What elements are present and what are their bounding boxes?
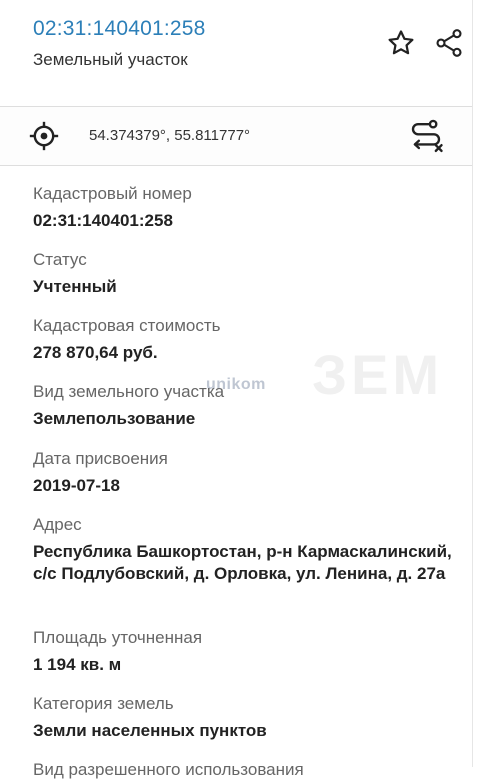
field-value: 2019-07-18 (33, 476, 120, 495)
field-label: Кадастровая стоимость (33, 316, 221, 335)
field-area: Площадь уточненная 1 194 кв. м (33, 628, 202, 676)
route-icon (411, 119, 443, 153)
field-cadastral-number: Кадастровый номер 02:31:140401:258 (33, 184, 192, 232)
field-value: Земли населенных пунктов (33, 721, 267, 740)
object-header: 02:31:140401:258 Земельный участок (0, 0, 472, 106)
field-value: Учтенный (33, 277, 117, 296)
field-status: Статус Учтенный (33, 250, 117, 298)
background-ghost-text: ЗЕМ (312, 343, 444, 406)
field-value[interactable]: 02:31:140401:258 (33, 210, 192, 232)
route-button[interactable] (407, 117, 445, 160)
field-cadastral-value: Кадастровая стоимость 278 870,64 руб. (33, 316, 220, 364)
coordinates-row: 54.374379°, 55.811777° (0, 106, 472, 166)
cadastral-number-link[interactable]: 02:31:140401:258 (33, 17, 206, 41)
favorite-button[interactable] (384, 26, 418, 60)
field-land-type: Вид земельного участка Землепользование (33, 382, 224, 430)
right-edge-divider (472, 0, 486, 767)
share-button[interactable] (432, 26, 466, 60)
field-label: Вид разрешенного использования (33, 760, 304, 779)
coordinates-text[interactable]: 54.374379°, 55.811777° (89, 127, 250, 144)
field-value: Республика Башкортостан, р-н Кармаскалин… (33, 542, 452, 583)
field-label: Адрес (33, 515, 82, 534)
field-value: Землепользование (33, 409, 196, 428)
field-land-category: Категория земель Земли населенных пункто… (33, 694, 267, 742)
field-value: 1 194 кв. м (33, 655, 122, 674)
field-label: Площадь уточненная (33, 628, 203, 647)
field-label: Дата присвоения (33, 449, 168, 468)
field-address: Адрес Республика Башкортостан, р-н Карма… (33, 515, 453, 585)
crosshair-icon (29, 121, 59, 151)
object-type-subtitle: Земельный участок (33, 50, 188, 69)
field-label: Кадастровый номер (33, 184, 192, 203)
field-label: Вид земельного участка (33, 382, 225, 401)
share-icon (436, 29, 462, 57)
field-label: Статус (33, 250, 87, 269)
field-label: Категория земель (33, 694, 174, 713)
field-permitted-use: Вид разрешенного использования (33, 760, 304, 780)
field-value: 278 870,64 руб. (33, 343, 158, 362)
field-assigned-date: Дата присвоения 2019-07-18 (33, 449, 168, 497)
star-icon (388, 30, 414, 55)
locate-button[interactable] (27, 119, 61, 158)
